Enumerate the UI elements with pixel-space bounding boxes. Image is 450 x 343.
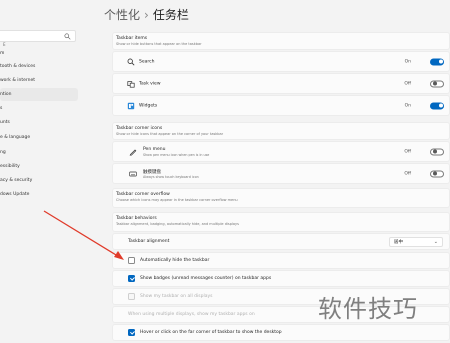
pen-menu-toggle[interactable]	[430, 148, 444, 155]
checkbox-label: Automatically hide the taskbar	[140, 258, 210, 263]
watermark: 软件技巧	[318, 295, 418, 323]
sidebar-item-bluetooth[interactable]: tooth & devices	[0, 60, 78, 73]
auto-hide-row[interactable]: Automatically hide the taskbar	[112, 252, 450, 269]
toggle-state: Off	[404, 149, 411, 154]
sidebar-item-system[interactable]: m	[0, 47, 78, 60]
taskbar-alignment-label: Taskbar alignment	[128, 239, 170, 244]
auto-hide-checkbox[interactable]	[128, 257, 135, 264]
row-sublabel: Always show touch keyboard icon	[143, 175, 199, 179]
section-subtitle: Show or hide buttons that appear on the …	[116, 42, 202, 46]
chevron-down-icon: ⌄	[433, 239, 438, 245]
taskbar-alignment-row: Taskbar alignment 居中 ⌄	[112, 233, 450, 250]
search-toggle[interactable]	[430, 58, 444, 65]
row-label: Pen menu	[143, 147, 166, 152]
settings-search-box[interactable]	[0, 30, 76, 50]
section-title: Taskbar corner icons	[116, 126, 163, 131]
touch-keyboard-row[interactable]: 触摸键盘 Always show touch keyboard icon Off	[112, 163, 450, 184]
checkbox-label: Show badges (unread messages counter) on…	[140, 276, 272, 281]
breadcrumb-separator: ›	[144, 8, 149, 22]
taskbar-items-header[interactable]: Taskbar items Show or hide buttons that …	[112, 32, 450, 50]
sidebar-item-time-language[interactable]: e & language	[0, 131, 78, 144]
row-label: Task view	[139, 81, 161, 86]
section-subtitle: Choose which icons may appear in the tas…	[116, 198, 238, 202]
sidebar-item-apps[interactable]: s	[0, 102, 78, 115]
row-label: Search	[139, 59, 155, 64]
show-desktop-checkbox[interactable]	[128, 329, 135, 336]
all-displays-checkbox[interactable]	[128, 293, 135, 300]
sidebar-item-personalization[interactable]: ntion	[0, 88, 78, 101]
pen-menu-row[interactable]: Pen menu Show pen menu icon when pen is …	[112, 141, 450, 162]
taskbar-corner-overflow-header[interactable]: Taskbar corner overflow Choose which ico…	[112, 188, 450, 208]
widgets-toggle[interactable]	[430, 102, 444, 109]
section-subtitle: Taskbar alignment, badging, automaticall…	[116, 222, 239, 226]
page-title: 任务栏	[152, 8, 189, 22]
search-icon	[64, 33, 71, 40]
task-view-icon	[127, 80, 135, 88]
widgets-icon	[127, 102, 135, 109]
checkbox-label: Show my taskbar on all displays	[140, 294, 213, 299]
section-title: Taskbar corner overflow	[116, 192, 170, 197]
row-label: Widgets	[139, 103, 158, 108]
toggle-state: On	[404, 103, 411, 108]
sidebar: m tooth & devices work & internet ntion …	[0, 0, 80, 343]
section-title: Taskbar behaviors	[116, 216, 157, 221]
search-icon	[127, 58, 135, 65]
show-badges-row[interactable]: Show badges (unread messages counter) on…	[112, 270, 450, 287]
taskbar-behaviors-header[interactable]: Taskbar behaviors Taskbar alignment, bad…	[112, 212, 450, 232]
widgets-row[interactable]: Widgets On	[112, 95, 450, 116]
checkbox-label: Hover or click on the far corner of task…	[140, 330, 282, 335]
show-badges-checkbox[interactable]	[128, 275, 135, 282]
sidebar-item-accessibility[interactable]: essibility	[0, 160, 78, 173]
sidebar-item-accounts[interactable]: unts	[0, 116, 78, 129]
toggle-state: On	[404, 59, 411, 64]
multiple-displays-label: When using multiple displays, show my ta…	[128, 312, 255, 317]
task-view-row[interactable]: Task view Off	[112, 73, 450, 94]
taskbar-alignment-select[interactable]: 居中 ⌄	[389, 237, 443, 247]
show-desktop-row[interactable]: Hover or click on the far corner of task…	[112, 324, 450, 341]
taskbar-corner-icons-header[interactable]: Taskbar corner icons Show or hide icons …	[112, 122, 450, 140]
sidebar-item-privacy[interactable]: acy & security	[0, 174, 78, 187]
sidebar-item-network[interactable]: work & internet	[0, 74, 78, 87]
sidebar-item-gaming[interactable]: ng	[0, 146, 78, 159]
section-title: Taskbar items	[116, 36, 148, 41]
task-view-toggle[interactable]	[430, 80, 444, 87]
section-subtitle: Show or hide icons that appear on the co…	[116, 132, 224, 136]
touch-keyboard-toggle[interactable]	[430, 170, 444, 177]
search-row[interactable]: Search On	[112, 51, 450, 72]
breadcrumb-parent[interactable]: 个性化	[104, 8, 140, 22]
pen-icon	[129, 148, 137, 156]
keyboard-icon	[129, 171, 137, 176]
breadcrumb: 个性化 › 任务栏	[104, 6, 189, 23]
sidebar-item-windows-update[interactable]: dows Update	[0, 188, 78, 201]
row-sublabel: Show pen menu icon when pen is in use	[143, 153, 210, 157]
toggle-state: Off	[404, 171, 411, 176]
taskbar-alignment-value: 居中	[394, 240, 403, 245]
toggle-state: Off	[404, 81, 411, 86]
